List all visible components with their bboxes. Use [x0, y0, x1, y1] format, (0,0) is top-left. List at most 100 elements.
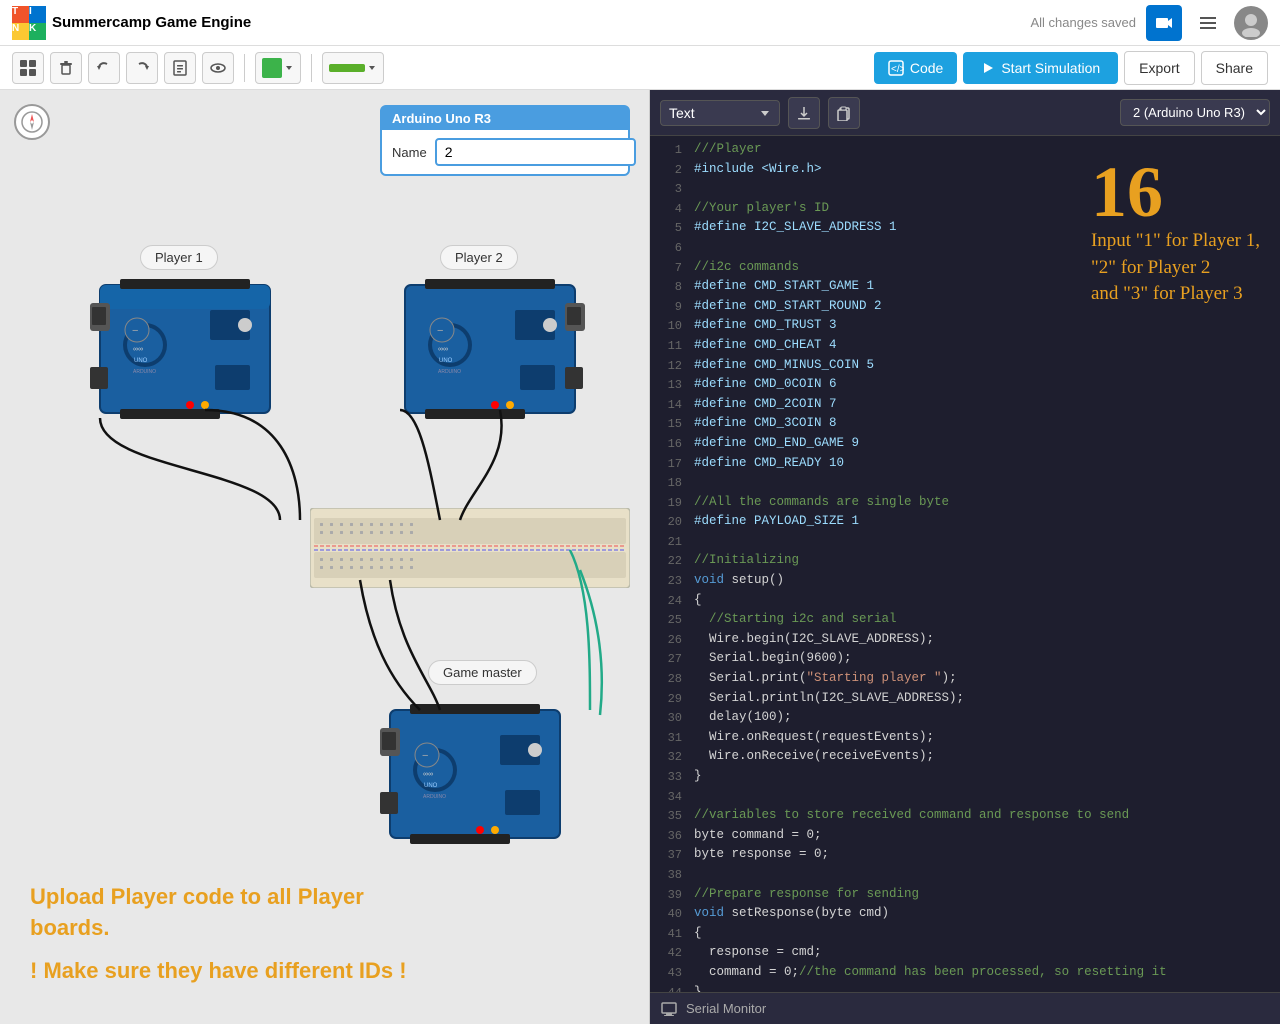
svg-text:ARDUINO: ARDUINO — [133, 369, 156, 375]
breadboard[interactable] — [310, 508, 630, 588]
svg-text:UNO: UNO — [424, 783, 438, 789]
line-code: } — [694, 767, 702, 787]
avatar[interactable] — [1234, 6, 1268, 40]
line-number: 44 — [654, 983, 682, 992]
code-line-26: 26 Wire.begin(I2C_SLAVE_ADDRESS); — [650, 630, 1280, 650]
upload-annotation: Upload Player code to all Player boards. — [30, 882, 410, 944]
component-btn[interactable] — [12, 52, 44, 84]
name-input[interactable] — [435, 138, 636, 166]
code-toolbar: Text 2 (Arduino Uno R3) — [650, 90, 1280, 136]
canvas-area[interactable]: Arduino Uno R3 Name Player 1 ∞∞ ∞∞ — [0, 90, 650, 1024]
line-code: //Starting i2c and serial — [694, 610, 897, 630]
code-button[interactable]: </> Code — [874, 52, 957, 84]
line-code: #define CMD_3COIN 8 — [694, 414, 837, 434]
code-line-39: 39//Prepare response for sending — [650, 885, 1280, 905]
compass[interactable] — [14, 104, 50, 140]
stroke-color-btn[interactable] — [322, 52, 384, 84]
svg-text:−: − — [132, 325, 138, 337]
code-line-32: 32 Wire.onReceive(receiveEvents); — [650, 747, 1280, 767]
share-button[interactable]: Share — [1201, 51, 1268, 85]
line-number: 7 — [654, 258, 682, 278]
logo-t: T — [12, 6, 29, 23]
logo[interactable]: T I N K Summercamp Game Engine — [12, 6, 251, 40]
code-line-23: 23void setup() — [650, 571, 1280, 591]
line-code: //All the commands are single byte — [694, 493, 949, 513]
line-code: void setup() — [694, 571, 784, 591]
line-code: //Initializing — [694, 551, 799, 571]
view-btn[interactable] — [202, 52, 234, 84]
line-code: Serial.println(I2C_SLAVE_ADDRESS); — [694, 689, 964, 709]
gamemaster-board[interactable]: ∞∞ ∞∞ UNO ARDUINO − — [380, 700, 570, 848]
line-code: #define CMD_TRUST 3 — [694, 316, 837, 336]
line-number: 25 — [654, 610, 682, 630]
serial-monitor[interactable]: Serial Monitor — [650, 992, 1280, 1024]
line-code: //i2c commands — [694, 258, 799, 278]
line-number: 14 — [654, 395, 682, 415]
download-btn[interactable] — [788, 97, 820, 129]
code-line-1: 1///Player — [650, 140, 1280, 160]
dropdown-chevron-icon — [759, 107, 771, 119]
topbar: T I N K Summercamp Game Engine All chang… — [0, 0, 1280, 46]
player2-board[interactable]: ∞∞ ∞∞ UNO ARDUINO − — [395, 275, 585, 423]
redo-btn[interactable] — [126, 52, 158, 84]
code-line-6: 6 — [650, 238, 1280, 258]
saved-status: All changes saved — [1030, 15, 1136, 30]
code-line-34: 34 — [650, 787, 1280, 807]
arduino-select[interactable]: 2 (Arduino Uno R3) — [1120, 99, 1270, 126]
line-code: } — [694, 983, 702, 992]
svg-text:∞∞: ∞∞ — [423, 771, 433, 778]
code-line-20: 20#define PAYLOAD_SIZE 1 — [650, 512, 1280, 532]
line-code: { — [694, 924, 702, 944]
text-dropdown[interactable]: Text — [660, 100, 780, 126]
logo-tiles: T I N K — [12, 6, 46, 40]
code-line-24: 24{ — [650, 591, 1280, 611]
svg-text:</>: </> — [891, 64, 904, 75]
app-title: Summercamp Game Engine — [52, 14, 251, 31]
line-number: 43 — [654, 963, 682, 983]
svg-text:−: − — [437, 325, 443, 337]
line-code: #include <Wire.h> — [694, 160, 822, 180]
code-line-19: 19//All the commands are single byte — [650, 493, 1280, 513]
player1-area: Player 1 ∞∞ ∞∞ UNO ARDUINO — [90, 275, 280, 428]
start-simulation-button[interactable]: Start Simulation — [963, 52, 1118, 84]
line-number: 11 — [654, 336, 682, 356]
undo-btn[interactable] — [88, 52, 120, 84]
line-number: 13 — [654, 375, 682, 395]
delete-btn[interactable] — [50, 52, 82, 84]
line-number: 6 — [654, 238, 682, 258]
notes-btn[interactable] — [164, 52, 196, 84]
code-line-22: 22//Initializing — [650, 551, 1280, 571]
export-button[interactable]: Export — [1124, 51, 1194, 85]
code-line-10: 10#define CMD_TRUST 3 — [650, 316, 1280, 336]
svg-text:∞∞: ∞∞ — [133, 346, 143, 353]
line-number: 40 — [654, 904, 682, 924]
clipboard-btn[interactable] — [828, 97, 860, 129]
line-number: 8 — [654, 277, 682, 297]
code-line-29: 29 Serial.println(I2C_SLAVE_ADDRESS); — [650, 689, 1280, 709]
line-number: 17 — [654, 454, 682, 474]
line-code: #define CMD_START_GAME 1 — [694, 277, 874, 297]
line-number: 21 — [654, 532, 682, 552]
code-line-33: 33} — [650, 767, 1280, 787]
line-number: 29 — [654, 689, 682, 709]
fill-color-btn[interactable] — [255, 52, 301, 84]
serial-monitor-icon — [660, 1000, 678, 1018]
code-line-30: 30 delay(100); — [650, 708, 1280, 728]
line-number: 1 — [654, 140, 682, 160]
line-code: void setResponse(byte cmd) — [694, 904, 889, 924]
arduino-popup-body: Name — [382, 130, 628, 174]
lines-container: 1///Player2#include <Wire.h>34//Your pla… — [650, 140, 1280, 992]
list-icon-btn[interactable] — [1190, 5, 1226, 41]
video-icon-btn[interactable] — [1146, 5, 1182, 41]
play-icon — [981, 61, 995, 75]
line-code: //Prepare response for sending — [694, 885, 919, 905]
logo-i: I — [29, 6, 46, 23]
right-toolbar: </> Code Start Simulation Export Share — [874, 51, 1268, 85]
line-number: 3 — [654, 179, 682, 199]
code-content[interactable]: 16 Input "1" for Player 1, "2" for Playe… — [650, 136, 1280, 992]
player1-board[interactable]: ∞∞ ∞∞ UNO ARDUINO — [90, 275, 280, 423]
line-number: 18 — [654, 473, 682, 493]
line-code: byte command = 0; — [694, 826, 822, 846]
line-number: 5 — [654, 218, 682, 238]
code-line-9: 9#define CMD_START_ROUND 2 — [650, 297, 1280, 317]
